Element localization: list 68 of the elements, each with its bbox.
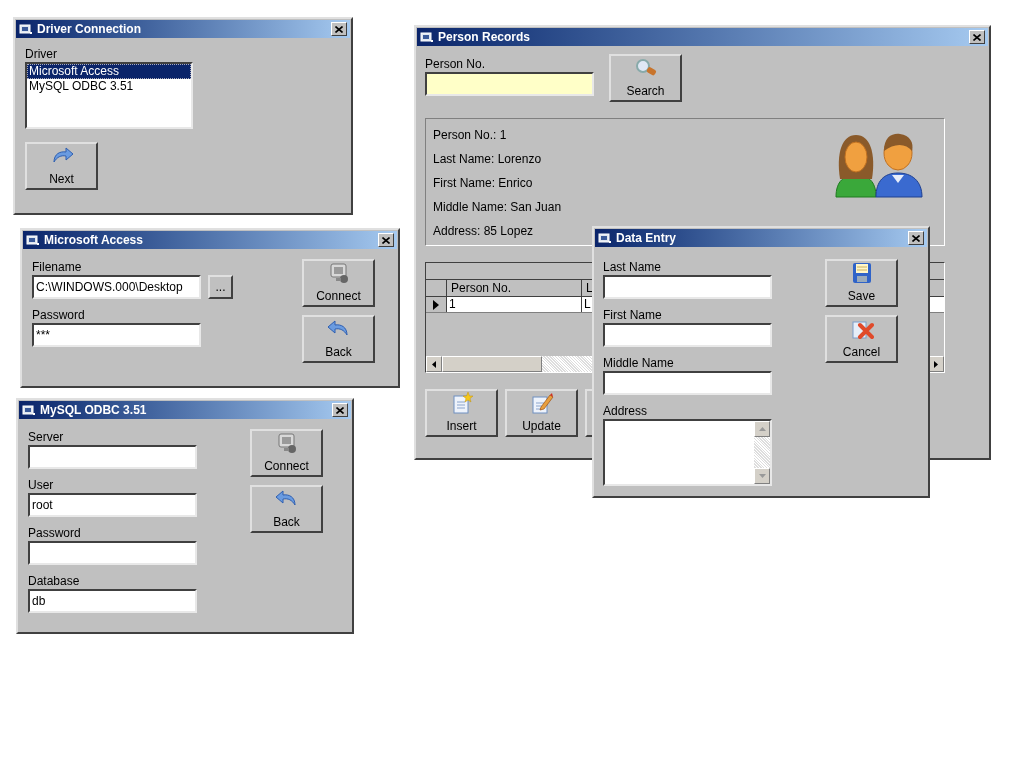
window-icon bbox=[420, 31, 434, 43]
text-field[interactable]: *** bbox=[32, 323, 201, 347]
text-field[interactable] bbox=[425, 72, 594, 96]
window-icon bbox=[598, 232, 612, 244]
field-label: Driver bbox=[25, 46, 58, 62]
driver-list[interactable]: Microsoft Access MySQL ODBC 3.51 bbox=[25, 62, 193, 129]
close-icon bbox=[973, 33, 981, 41]
close-button[interactable] bbox=[332, 403, 348, 417]
update-button[interactable]: Update bbox=[505, 389, 578, 437]
connect-button[interactable]: Connect bbox=[302, 259, 375, 307]
browse-button[interactable]: ... bbox=[208, 275, 233, 299]
text-field[interactable] bbox=[603, 275, 772, 299]
detail-text: Address: 85 Lopez bbox=[433, 223, 535, 240]
people-icon bbox=[832, 131, 926, 199]
detail-text: Middle Name: San Juan bbox=[433, 199, 562, 216]
list-item[interactable]: MySQL ODBC 3.51 bbox=[27, 79, 191, 94]
field-label: First Name bbox=[603, 307, 663, 323]
field-label: Address bbox=[603, 403, 649, 419]
field-label: Person No. bbox=[425, 56, 487, 72]
window-title: Microsoft Access bbox=[44, 232, 144, 249]
close-icon bbox=[336, 406, 344, 414]
window-title: Data Entry bbox=[616, 230, 678, 247]
search-button[interactable]: Search bbox=[609, 54, 682, 102]
column-header: Person No. bbox=[447, 280, 582, 296]
list-item[interactable]: Microsoft Access bbox=[27, 64, 191, 79]
detail-text: Person No.: 1 bbox=[433, 127, 508, 144]
close-icon bbox=[382, 236, 390, 244]
text-field[interactable] bbox=[28, 445, 197, 469]
close-icon bbox=[335, 25, 343, 33]
field-label: Password bbox=[32, 307, 86, 323]
close-button[interactable] bbox=[378, 233, 394, 247]
window-title: Driver Connection bbox=[37, 21, 142, 38]
text-field[interactable]: db bbox=[28, 589, 197, 613]
field-label: Last Name bbox=[603, 259, 663, 275]
scroll-right-icon[interactable] bbox=[934, 360, 938, 368]
edit-document-icon bbox=[529, 391, 554, 415]
cancel-button[interactable]: Cancel bbox=[825, 315, 898, 363]
text-field[interactable] bbox=[603, 371, 772, 395]
text-field[interactable] bbox=[28, 541, 197, 565]
close-button[interactable] bbox=[969, 30, 985, 44]
window-icon bbox=[19, 23, 33, 35]
next-button[interactable]: Next bbox=[25, 142, 98, 190]
close-icon bbox=[912, 234, 920, 242]
detail-text: Last Name: Lorenzo bbox=[433, 151, 543, 168]
field-label: User bbox=[28, 477, 55, 493]
window-title: Person Records bbox=[438, 29, 532, 46]
back-button[interactable]: Back bbox=[250, 485, 323, 533]
close-button[interactable] bbox=[331, 22, 347, 36]
back-button[interactable]: Back bbox=[302, 315, 375, 363]
close-button[interactable] bbox=[908, 231, 924, 245]
scroll-left-icon[interactable] bbox=[432, 360, 436, 368]
field-label: Middle Name bbox=[603, 355, 675, 371]
text-field[interactable]: root bbox=[28, 493, 197, 517]
text-field[interactable]: C:\WINDOWS.000\Desktop bbox=[32, 275, 201, 299]
text-field[interactable] bbox=[603, 323, 772, 347]
detail-text: First Name: Enrico bbox=[433, 175, 534, 192]
current-row-icon bbox=[433, 299, 439, 310]
field-label: Database bbox=[28, 573, 81, 589]
save-button[interactable]: Save bbox=[825, 259, 898, 307]
window-icon bbox=[22, 404, 36, 416]
field-label: Server bbox=[28, 429, 65, 445]
table-cell: 1 bbox=[447, 297, 582, 312]
insert-button[interactable]: Insert bbox=[425, 389, 498, 437]
window-icon bbox=[26, 234, 40, 246]
field-label: Password bbox=[28, 525, 82, 541]
field-label: Filename bbox=[32, 259, 83, 275]
connect-button[interactable]: Connect bbox=[250, 429, 323, 477]
window-title: MySQL ODBC 3.51 bbox=[40, 402, 148, 419]
